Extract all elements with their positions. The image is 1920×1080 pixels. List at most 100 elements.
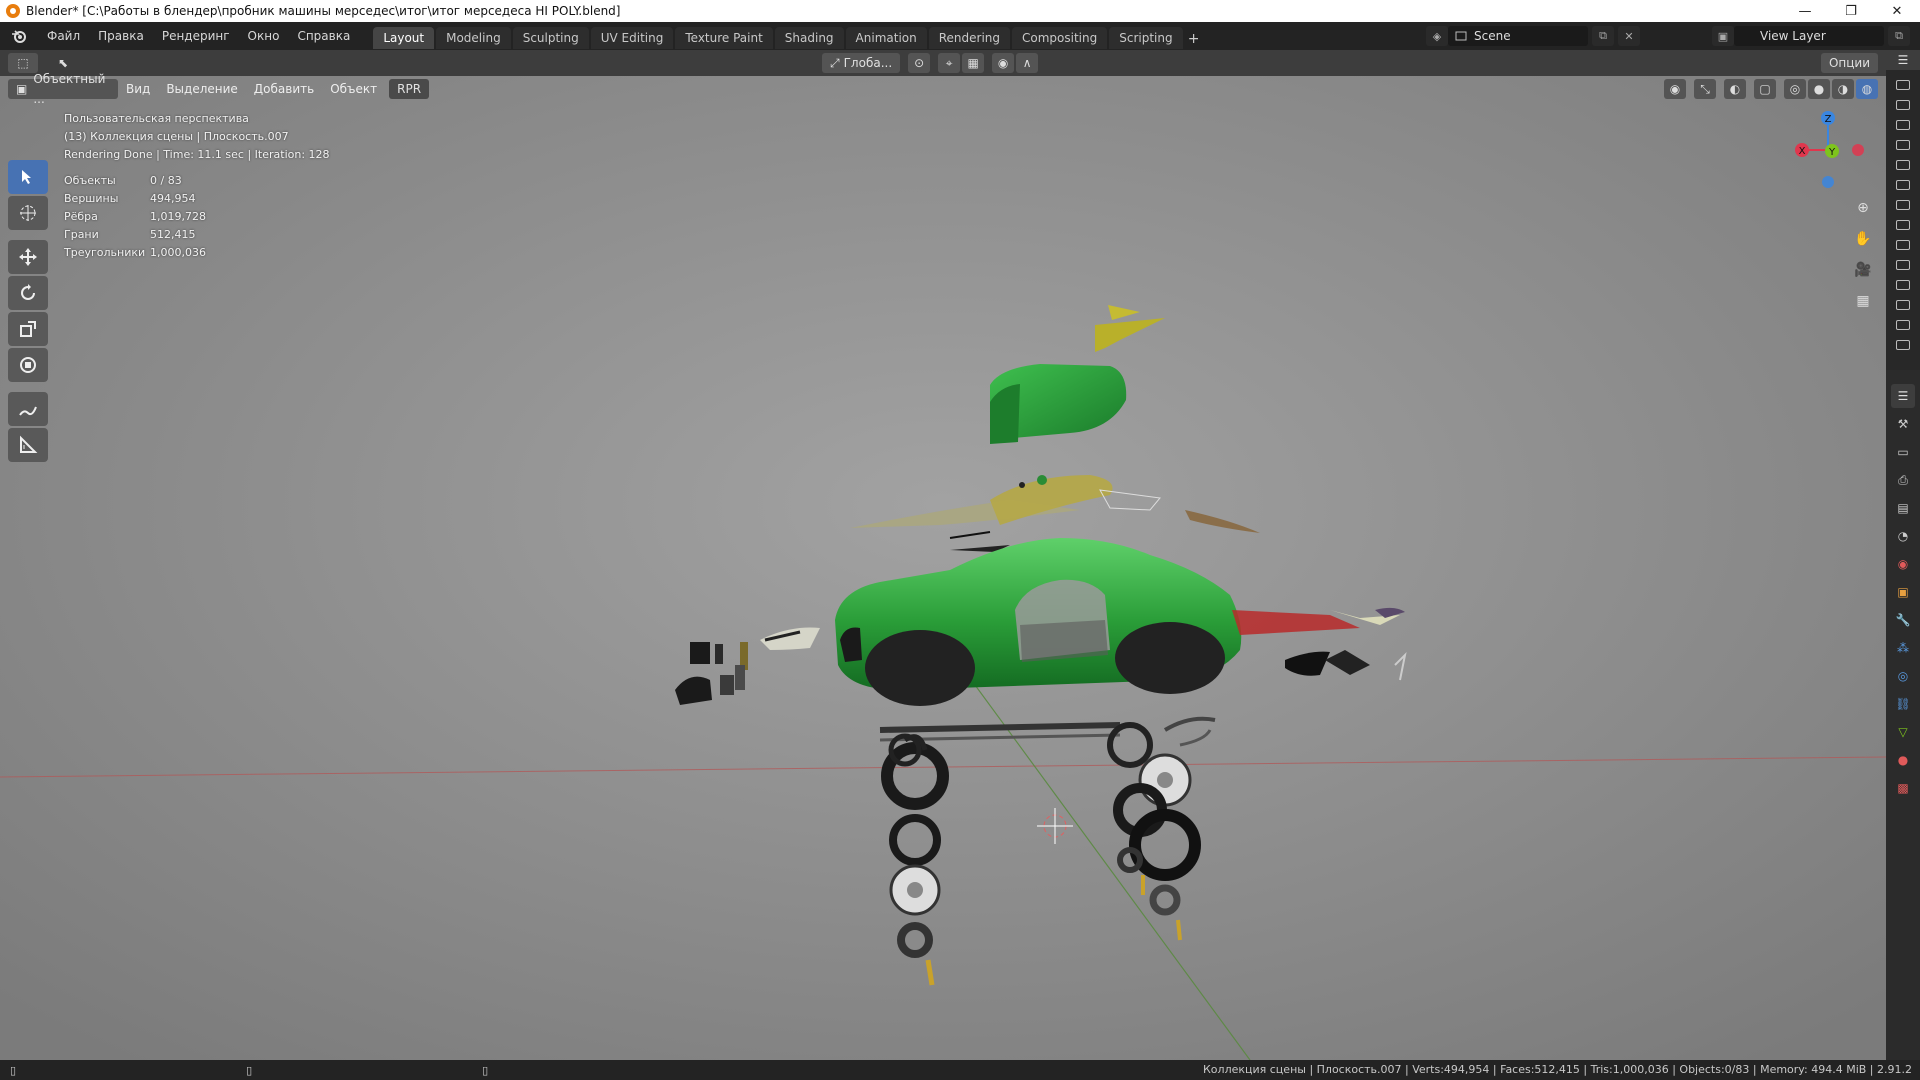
tab-modeling[interactable]: Modeling bbox=[436, 27, 511, 49]
rotate-tool-icon[interactable] bbox=[8, 276, 48, 310]
properties-editor-icon[interactable]: ☰ bbox=[1891, 384, 1915, 408]
workspace-tabs: Layout Modeling Sculpting UV Editing Tex… bbox=[373, 23, 1202, 49]
render-visibility-icon[interactable] bbox=[1896, 120, 1910, 130]
rendered-shading-icon[interactable]: ◍ bbox=[1856, 79, 1878, 99]
menu-object[interactable]: Объект bbox=[322, 79, 385, 99]
stat-label: Вершины bbox=[64, 192, 119, 205]
material-properties-icon[interactable]: ● bbox=[1891, 748, 1915, 772]
pan-hand-icon[interactable]: ✋ bbox=[1850, 226, 1876, 252]
3d-viewport[interactable]: ⬚ ⬉ ⤢ Глоба... ⊙ ⌖ ▦ ◉ ∧ Опции ▣ Объектный… bbox=[0, 50, 1886, 1060]
tab-rendering[interactable]: Rendering bbox=[928, 27, 1011, 49]
mode-dropdown[interactable]: ▣ Объектный ... bbox=[8, 72, 118, 106]
solid-shading-icon[interactable]: ● bbox=[1808, 79, 1830, 99]
menu-view[interactable]: Вид bbox=[118, 79, 158, 99]
gizmo-toggle-icon[interactable]: ⤡ bbox=[1694, 79, 1716, 99]
wireframe-shading-icon[interactable]: ◎ bbox=[1784, 79, 1806, 99]
texture-properties-icon[interactable]: ▩ bbox=[1891, 776, 1915, 800]
tab-scripting[interactable]: Scripting bbox=[1109, 27, 1183, 49]
view-layer-field[interactable]: View Layer bbox=[1734, 26, 1884, 46]
transform-orientation-dropdown[interactable]: ⤢ Глоба... bbox=[822, 53, 901, 73]
xray-toggle-icon[interactable]: ▢ bbox=[1754, 79, 1776, 99]
tab-animation[interactable]: Animation bbox=[845, 27, 927, 49]
move-tool-icon[interactable] bbox=[8, 240, 48, 274]
physics-properties-icon[interactable]: ◎ bbox=[1891, 664, 1915, 688]
render-visibility-icon[interactable] bbox=[1896, 280, 1910, 290]
close-button[interactable]: ✕ bbox=[1874, 0, 1920, 22]
render-visibility-icon[interactable] bbox=[1896, 160, 1910, 170]
proportional-edit-icon[interactable]: ◉ bbox=[992, 53, 1015, 73]
tab-layout[interactable]: Layout bbox=[373, 27, 435, 49]
snap-target-icon[interactable]: ▦ bbox=[962, 53, 985, 73]
scene-name: Scene bbox=[1474, 29, 1511, 43]
gizmo-x-label: X bbox=[1799, 146, 1806, 157]
cursor-tool-icon[interactable] bbox=[8, 196, 48, 230]
scene-type-icon[interactable]: ◈ bbox=[1426, 26, 1448, 46]
stat-row: Треугольники 1,000,036 bbox=[64, 244, 206, 262]
render-visibility-icon[interactable] bbox=[1896, 80, 1910, 90]
render-visibility-icon[interactable] bbox=[1896, 220, 1910, 230]
render-visibility-icon[interactable] bbox=[1896, 240, 1910, 250]
ortho-grid-icon[interactable]: ▦ bbox=[1850, 288, 1876, 314]
annotate-tool-icon[interactable] bbox=[8, 392, 48, 426]
output-properties-icon[interactable]: ⎙ bbox=[1891, 468, 1915, 492]
menu-render[interactable]: Рендеринг bbox=[153, 25, 239, 47]
scene-close-icon[interactable]: ✕ bbox=[1618, 26, 1640, 46]
scale-tool-icon[interactable] bbox=[8, 312, 48, 346]
transform-tool-icon[interactable] bbox=[8, 348, 48, 382]
snap-toggle-icon[interactable]: ⌖ bbox=[938, 53, 961, 73]
render-visibility-icon[interactable] bbox=[1896, 320, 1910, 330]
scene-field[interactable]: Scene bbox=[1448, 26, 1588, 46]
render-visibility-icon[interactable] bbox=[1896, 140, 1910, 150]
navigation-gizmo[interactable]: Z X Y bbox=[1788, 108, 1868, 198]
view-layer-icon[interactable]: ▣ bbox=[1712, 26, 1734, 46]
camera-view-icon[interactable]: 🎥 bbox=[1850, 257, 1876, 283]
render-visibility-icon[interactable] bbox=[1896, 100, 1910, 110]
scene-properties-icon[interactable]: ◔ bbox=[1891, 524, 1915, 548]
overlay-toggle-icon[interactable]: ◐ bbox=[1724, 79, 1746, 99]
view-layer-properties-icon[interactable]: ▤ bbox=[1891, 496, 1915, 520]
options-dropdown[interactable]: Опции bbox=[1820, 53, 1878, 73]
add-workspace-button[interactable]: + bbox=[1185, 29, 1203, 49]
zoom-icon[interactable]: ⊕ bbox=[1850, 195, 1876, 221]
tab-texture-paint[interactable]: Texture Paint bbox=[675, 27, 773, 49]
constraints-properties-icon[interactable]: ⛓ bbox=[1891, 692, 1915, 716]
menu-add[interactable]: Добавить bbox=[246, 79, 322, 99]
view-layer-copy-icon[interactable]: ⧉ bbox=[1888, 26, 1910, 46]
falloff-icon[interactable]: ∧ bbox=[1016, 53, 1039, 73]
material-shading-icon[interactable]: ◑ bbox=[1832, 79, 1854, 99]
tab-sculpting[interactable]: Sculpting bbox=[512, 27, 589, 49]
scene-statistics: Объекты 0 / 83 Вершины 494,954 Рёбра 1,019,… bbox=[64, 172, 206, 262]
data-properties-icon[interactable]: ▽ bbox=[1891, 720, 1915, 744]
menu-edit[interactable]: Правка bbox=[89, 25, 153, 47]
menu-file[interactable]: Файл bbox=[38, 25, 89, 47]
restore-button[interactable]: ❐ bbox=[1828, 0, 1874, 22]
scene-copy-icon[interactable]: ⧉ bbox=[1592, 26, 1614, 46]
render-visibility-icon[interactable] bbox=[1896, 260, 1910, 270]
tab-compositing[interactable]: Compositing bbox=[1012, 27, 1108, 49]
select-tool-icon[interactable] bbox=[8, 160, 48, 194]
rpr-menu[interactable]: RPR bbox=[389, 79, 430, 99]
minimize-button[interactable]: — bbox=[1782, 0, 1828, 22]
render-visibility-icon[interactable] bbox=[1896, 180, 1910, 190]
blender-menu-icon[interactable] bbox=[8, 25, 30, 47]
object-properties-icon[interactable]: ▣ bbox=[1891, 580, 1915, 604]
visibility-icon[interactable]: ◉ bbox=[1664, 79, 1686, 99]
measure-tool-icon[interactable] bbox=[8, 428, 48, 462]
modifier-properties-icon[interactable]: 🔧 bbox=[1891, 608, 1915, 632]
tab-uv-editing[interactable]: UV Editing bbox=[590, 27, 674, 49]
outliner-editor-icon[interactable]: ☰ bbox=[1886, 50, 1920, 70]
world-properties-icon[interactable]: ◉ bbox=[1891, 552, 1915, 576]
render-visibility-icon[interactable] bbox=[1896, 200, 1910, 210]
menu-select[interactable]: Выделение bbox=[158, 79, 245, 99]
tool-properties-icon[interactable]: ⚒ bbox=[1891, 412, 1915, 436]
particles-properties-icon[interactable]: ⁂ bbox=[1891, 636, 1915, 660]
render-properties-icon[interactable]: ▭ bbox=[1891, 440, 1915, 464]
render-visibility-icon[interactable] bbox=[1896, 340, 1910, 350]
menu-window[interactable]: Окно bbox=[239, 25, 289, 47]
render-visibility-icon[interactable] bbox=[1896, 300, 1910, 310]
tab-shading[interactable]: Shading bbox=[774, 27, 844, 49]
menu-help[interactable]: Справка bbox=[288, 25, 359, 47]
stat-label: Треугольники bbox=[64, 246, 146, 259]
transform-orientation-label: Глоба... bbox=[843, 56, 893, 70]
pivot-point-icon[interactable]: ⊙ bbox=[908, 53, 931, 73]
